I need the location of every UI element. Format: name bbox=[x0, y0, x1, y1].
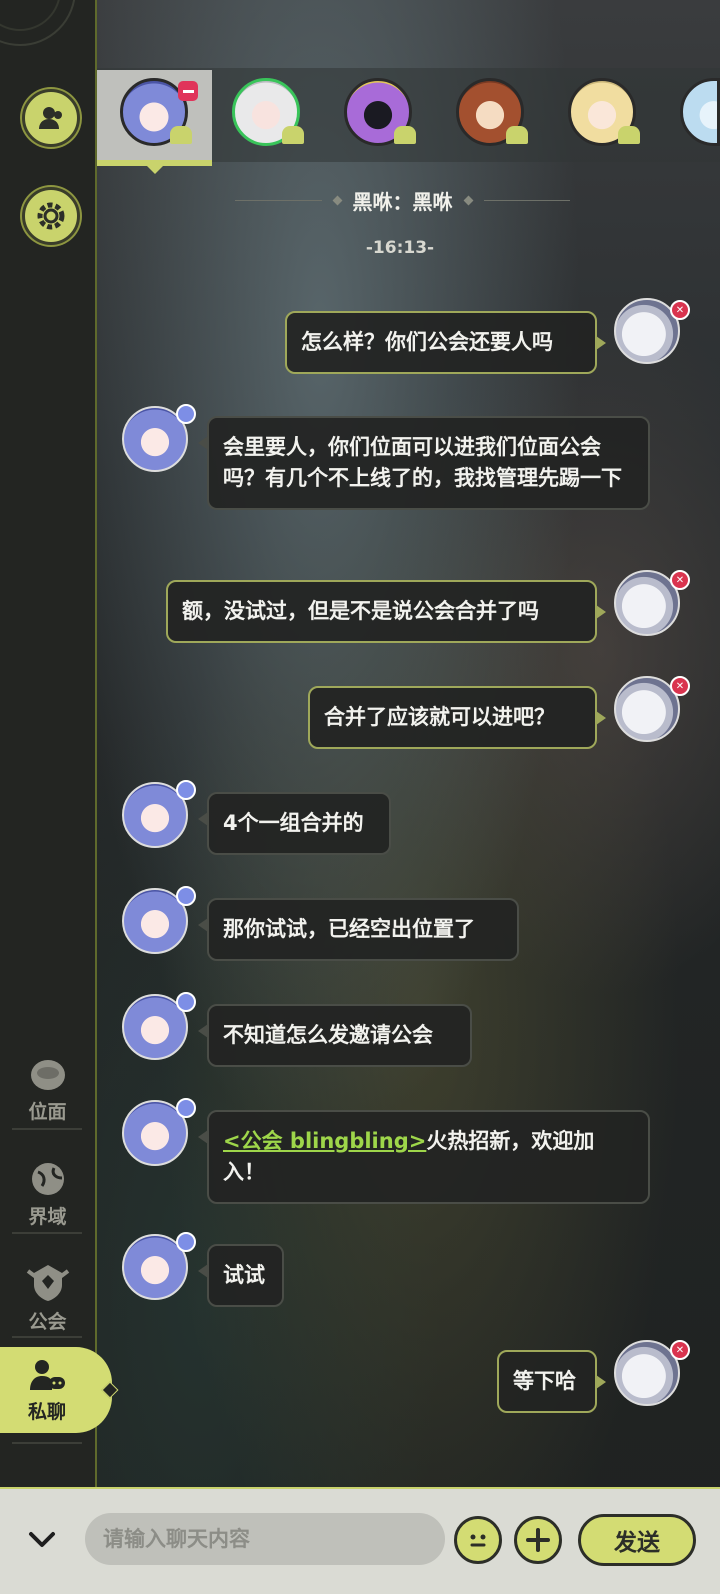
level-badge-icon: ✕ bbox=[670, 570, 690, 590]
nav-realm[interactable]: 界域 bbox=[0, 1144, 95, 1244]
nav-divider bbox=[12, 1336, 82, 1338]
message-bubble-received[interactable]: 那你试试，已经空出位置了 bbox=[198, 898, 519, 961]
nav-divider bbox=[12, 1128, 82, 1130]
message-text: 会里要人，你们位面可以进我们位面公会吗？有几个不上线了的，我找管理先踢一下 bbox=[223, 435, 622, 490]
chat-input[interactable] bbox=[85, 1513, 445, 1565]
nav-private-chat[interactable]: 私聊 bbox=[0, 1347, 119, 1433]
guild-invite-link[interactable]: <公会 blingbling> bbox=[223, 1129, 426, 1153]
header-diamond-icon bbox=[463, 195, 473, 205]
chat-title: 黑咻：黑咻 bbox=[352, 189, 453, 214]
friends-icon bbox=[39, 107, 62, 129]
message-text: 等下哈 bbox=[513, 1369, 576, 1393]
nav-private-chat-label: 私聊 bbox=[27, 1400, 66, 1423]
private-chat-icon bbox=[30, 1359, 65, 1390]
friends-button[interactable] bbox=[22, 89, 80, 147]
message-bubble-received[interactable]: 试试 bbox=[198, 1244, 284, 1307]
plus-icon bbox=[526, 1528, 550, 1552]
header-divider bbox=[483, 199, 570, 201]
friend-tag-icon bbox=[506, 126, 528, 144]
message-text: 不知道怎么发邀请公会 bbox=[223, 1023, 433, 1047]
message-text: 4个一组合并的 bbox=[223, 811, 364, 835]
message-timestamp: -16:13- bbox=[365, 238, 435, 258]
nav-realm-label: 界域 bbox=[28, 1205, 67, 1228]
settings-button[interactable] bbox=[22, 187, 80, 245]
message-bubble-received[interactable]: 会里要人，你们位面可以进我们位面公会吗？有几个不上线了的，我找管理先踢一下 bbox=[198, 416, 650, 510]
message-bubble-sent[interactable]: 等下哈 bbox=[497, 1350, 606, 1413]
emoji-icon bbox=[470, 1534, 486, 1547]
status-badge-icon bbox=[176, 780, 196, 800]
message-bubble-sent[interactable]: 额，没试过，但是不是说公会合并了吗 bbox=[166, 580, 606, 643]
status-badge-icon bbox=[176, 1232, 196, 1252]
header-diamond-icon bbox=[332, 195, 342, 205]
friend-tag-icon bbox=[618, 126, 640, 144]
globe-icon bbox=[31, 1162, 64, 1195]
level-badge-icon: ✕ bbox=[670, 1340, 690, 1360]
level-badge-icon: ✕ bbox=[670, 300, 690, 320]
chat-header: 黑咻：黑咻 bbox=[235, 185, 570, 215]
guild-crest-icon bbox=[26, 1264, 69, 1301]
coin-icon bbox=[30, 1059, 65, 1090]
message-text: 试试 bbox=[223, 1263, 265, 1287]
message-text: 怎么样？你们公会还要人吗 bbox=[301, 330, 553, 354]
message-bubble-received[interactable]: 4个一组合并的 bbox=[198, 792, 391, 855]
friend-tag-icon bbox=[394, 126, 416, 144]
remove-contact-button[interactable] bbox=[178, 81, 198, 101]
nav-plane-label: 位面 bbox=[28, 1100, 67, 1123]
message-bubble-received[interactable]: <公会 blingbling>火热招新，欢迎加入！ bbox=[198, 1110, 650, 1204]
sidebar-ornament bbox=[0, 0, 95, 60]
message-text: 那你试试，已经空出位置了 bbox=[223, 917, 475, 941]
message-bubble-sent[interactable]: 合并了应该就可以进吧？ bbox=[308, 686, 606, 749]
message-text: 额，没试过，但是不是说公会合并了吗 bbox=[182, 599, 539, 623]
message-text: 合并了应该就可以进吧？ bbox=[324, 705, 555, 729]
status-badge-icon bbox=[176, 886, 196, 906]
send-button[interactable]: 发送 bbox=[578, 1514, 696, 1566]
header-divider bbox=[235, 199, 322, 201]
message-bubble-received[interactable]: 不知道怎么发邀请公会 bbox=[198, 1004, 472, 1067]
chevron-down-icon[interactable] bbox=[27, 1525, 57, 1555]
add-attachment-button[interactable] bbox=[514, 1516, 562, 1564]
emoji-button[interactable] bbox=[454, 1516, 502, 1564]
nav-guild[interactable]: 公会 bbox=[0, 1248, 95, 1348]
nav-divider bbox=[12, 1232, 82, 1234]
friend-tag-icon bbox=[170, 126, 192, 144]
status-badge-icon bbox=[176, 1098, 196, 1118]
message-bubble-sent[interactable]: 怎么样？你们公会还要人吗 bbox=[285, 311, 606, 374]
nav-plane[interactable]: 位面 bbox=[0, 1040, 95, 1140]
nav-divider bbox=[12, 1442, 82, 1444]
status-badge-icon bbox=[176, 992, 196, 1012]
gear-icon bbox=[37, 202, 65, 230]
nav-guild-label: 公会 bbox=[28, 1310, 67, 1333]
status-badge-icon bbox=[176, 404, 196, 424]
level-badge-icon: ✕ bbox=[670, 676, 690, 696]
friend-tag-icon bbox=[282, 126, 304, 144]
